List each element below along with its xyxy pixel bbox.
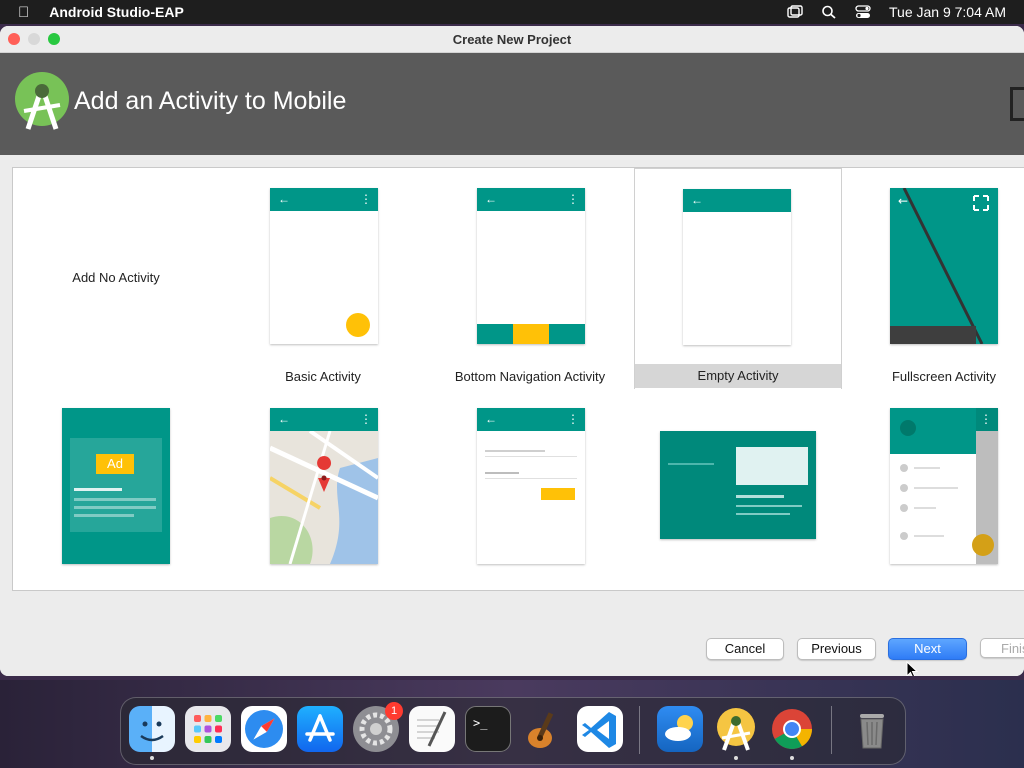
window-title: Create New Project: [452, 32, 572, 47]
template-empty-activity[interactable]: ← Empty Activity: [634, 168, 842, 389]
ad-badge: Ad: [96, 454, 134, 474]
running-indicator: [150, 756, 154, 760]
map-preview-art: [270, 408, 378, 564]
template-preview: ← ⋮: [270, 408, 378, 564]
launchpad-icon[interactable]: [185, 706, 231, 752]
chrome-icon[interactable]: [769, 706, 815, 752]
window-icon[interactable]: [787, 5, 803, 19]
dock-separator: [831, 706, 832, 754]
vscode-icon[interactable]: [577, 706, 623, 752]
template-basic-activity[interactable]: ← ⋮ Basic Activity: [220, 168, 426, 384]
garageband-icon[interactable]: [521, 706, 567, 752]
template-preview: ←: [683, 189, 791, 345]
app-bar: ← ⋮: [270, 408, 378, 431]
dock-separator: [639, 706, 640, 754]
template-preview: ← ⋮: [270, 188, 378, 344]
back-arrow-icon: ←: [278, 412, 290, 426]
create-project-window: Create New Project Add an Activity to Mo…: [0, 26, 1024, 676]
cancel-button[interactable]: Cancel: [706, 638, 784, 660]
running-indicator: [790, 756, 794, 760]
app-store-icon[interactable]: [297, 706, 343, 752]
ad-card: Ad: [70, 438, 162, 532]
template-label: Fullscreen Activity: [891, 369, 997, 384]
menu-bar-clock[interactable]: Tue Jan 9 7:04 AM: [889, 4, 1006, 20]
android-studio-icon[interactable]: [713, 706, 759, 752]
template-label: Basic Activity: [285, 369, 361, 384]
previous-button[interactable]: Previous: [797, 638, 876, 660]
app-bar: ← ⋮: [270, 188, 378, 211]
overflow-menu-icon: ⋮: [980, 412, 992, 426]
back-arrow-icon: ←: [691, 193, 703, 207]
wizard-header: Add an Activity to Mobile: [0, 53, 1024, 155]
back-arrow-icon: ←: [485, 412, 497, 426]
app-name[interactable]: Android Studio-EAP: [49, 4, 184, 20]
system-settings-icon[interactable]: 1: [353, 702, 403, 752]
menu-bar-status: Tue Jan 9 7:04 AM: [787, 0, 1006, 24]
terminal-icon[interactable]: >_: [465, 706, 511, 752]
template-preview: Ad: [62, 408, 170, 564]
activity-gallery[interactable]: Add No Activity ← ⋮ Basic Activity ← ⋮ B…: [12, 167, 1024, 591]
fullscreen-preview-art: ←: [890, 188, 989, 344]
template-label: Bottom Navigation Activity: [454, 369, 606, 384]
next-button[interactable]: Next: [888, 638, 967, 660]
running-indicator: [734, 756, 738, 760]
template-login-activity[interactable]: ← ⋮: [427, 400, 633, 586]
app-bar: ← ⋮: [477, 188, 585, 211]
android-studio-logo-icon: [15, 72, 69, 130]
search-icon[interactable]: [821, 5, 837, 19]
apple-icon[interactable]: : [18, 4, 29, 21]
finish-button[interactable]: Finish: [980, 638, 1024, 658]
app-bar: ← ⋮: [477, 408, 585, 431]
template-master-detail-flow[interactable]: [634, 400, 840, 586]
finder-icon[interactable]: [129, 706, 175, 752]
window-titlebar[interactable]: Create New Project: [0, 26, 1024, 53]
header-edge-icon: [1010, 87, 1024, 121]
notification-badge: 1: [385, 702, 403, 720]
overflow-menu-icon: ⋮: [360, 412, 372, 426]
safari-icon[interactable]: [241, 706, 287, 752]
back-arrow-icon: ←: [485, 192, 497, 206]
template-label: Add No Activity: [72, 270, 160, 285]
template-preview: ⋮: [890, 408, 998, 564]
template-label: Empty Activity: [635, 364, 841, 388]
textedit-icon[interactable]: [409, 706, 455, 752]
dock: 1 >_: [120, 697, 906, 765]
template-preview: ← ⋮: [477, 408, 585, 564]
overflow-menu-icon: ⋮: [567, 192, 579, 206]
template-bottom-navigation-activity[interactable]: ← ⋮ Bottom Navigation Activity: [427, 168, 633, 384]
overflow-menu-icon: ⋮: [360, 192, 372, 206]
mouse-cursor-icon: [906, 661, 918, 676]
template-google-maps-activity[interactable]: ← ⋮: [220, 400, 426, 586]
template-preview: ←: [890, 188, 998, 344]
overflow-menu-icon: ⋮: [567, 412, 579, 426]
back-arrow-icon: ←: [278, 192, 290, 206]
trash-icon[interactable]: [849, 706, 895, 752]
template-fullscreen-activity[interactable]: ← Fullscreen Activity: [841, 168, 1024, 384]
wizard-footer: Cancel Previous Next Finish: [0, 591, 1024, 676]
app-bar: ←: [683, 189, 791, 212]
template-preview: [660, 431, 816, 539]
bottom-nav-bar: [477, 324, 585, 344]
weather-icon[interactable]: [657, 706, 703, 752]
template-preview: ← ⋮: [477, 188, 585, 344]
page-title: Add an Activity to Mobile: [74, 87, 347, 115]
fab-icon: [346, 313, 370, 337]
template-google-admob-ads[interactable]: Ad: [13, 400, 219, 586]
template-navigation-drawer-activity[interactable]: ⋮: [841, 400, 1024, 586]
control-center-icon[interactable]: [855, 5, 871, 19]
svg-text:←: ←: [898, 194, 908, 208]
template-add-no-activity[interactable]: Add No Activity: [13, 168, 219, 384]
svg-text:>_: >_: [473, 716, 488, 730]
menu-bar:  Android Studio-EAP Tue Jan 9 7:04 AM: [0, 0, 1024, 24]
